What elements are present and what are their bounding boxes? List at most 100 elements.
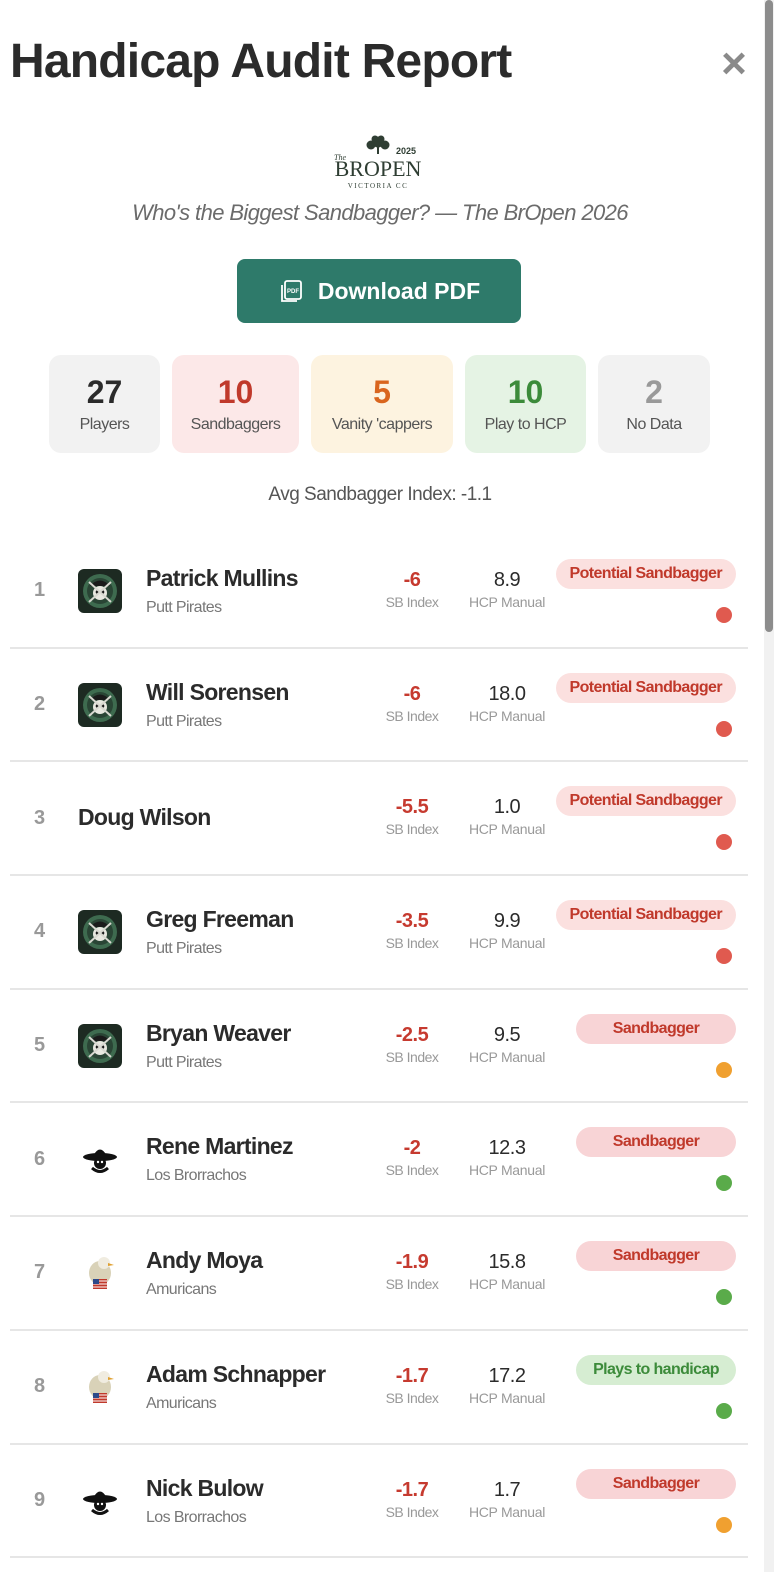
- status-badge: Sandbagger: [576, 1013, 736, 1044]
- player-name: Will Sorensen: [146, 678, 289, 705]
- manual-label: Manual: [500, 1162, 546, 1179]
- team-logo-icon: [78, 1023, 122, 1068]
- handicap-label: HCP Manual: [462, 935, 552, 951]
- player-row[interactable]: 4 Greg Freeman Putt Pirates -3.5 SB Index 9.9…: [10, 876, 748, 990]
- stat-card: 10 Sandbaggers: [172, 355, 299, 453]
- stat-card: 27 Players: [49, 355, 160, 453]
- sb-index-label: SB Index: [385, 594, 439, 610]
- stat-value: 10: [217, 374, 254, 410]
- player-row[interactable]: 6 Rene Martinez Los Brorrachos -2 SB Index 12…: [10, 1103, 748, 1218]
- pdf-icon: PDF: [280, 280, 302, 302]
- sb-index-value: -1.7: [395, 1364, 429, 1387]
- download-pdf-label: Download PDF: [317, 277, 481, 304]
- handicap: 15.8 HCP Manual: [462, 1251, 552, 1292]
- sb-index: -1.9 SB Index: [380, 1251, 444, 1292]
- player-team: Putt Pirates: [146, 599, 222, 616]
- hcp-label: HCP: [468, 821, 498, 838]
- close-button[interactable]: ×: [714, 42, 754, 86]
- player-rank: 7: [34, 1261, 46, 1284]
- handicap: 1.7 HCP Manual: [462, 1479, 552, 1520]
- sb-index: -3.5 SB Index: [380, 910, 444, 951]
- status-dot-icon: [716, 607, 732, 623]
- player-name: Andy Moya: [146, 1247, 263, 1274]
- status-dot-icon: [716, 1061, 732, 1078]
- player-row[interactable]: 3 Doug Wilson -5.5 SB Index 1.0 HCP Manual Pot…: [10, 762, 748, 877]
- handicap-value: 9.5: [493, 1023, 521, 1046]
- status-badge: Potential Sandbagger: [555, 559, 736, 589]
- handicap-value: 1.0: [493, 796, 521, 819]
- stat-label: No Data: [626, 416, 682, 433]
- status-badge: Potential Sandbagger: [555, 900, 736, 931]
- player-team: Los Brorrachos: [146, 1167, 247, 1185]
- team-logo-icon: [78, 1364, 122, 1409]
- stat-card: 2 No Data: [598, 355, 710, 453]
- player-rank: 8: [34, 1375, 46, 1398]
- player-row[interactable]: 9 Nick Bulow Los Brorrachos -1.7 SB Index 1.7…: [10, 1445, 748, 1559]
- stat-value: 10: [507, 374, 544, 410]
- hcp-label: HCP: [468, 707, 498, 724]
- handicap: 18.0 HCP Manual: [462, 683, 552, 724]
- sb-index-value: -3.5: [395, 910, 429, 933]
- bropen-logo: The 2025 BROPEN VICTORIA CC: [334, 135, 422, 190]
- sb-index-label: SB Index: [385, 1048, 439, 1065]
- player-row[interactable]: 8 Adam Schnapper Amuricans -1.7 SB Index 17.2…: [10, 1331, 748, 1445]
- scrollbar-track[interactable]: [764, 0, 774, 1572]
- report-subtitle: Who's the Biggest Sandbagger? — The BrOp…: [132, 200, 628, 225]
- scrollbar-thumb[interactable]: [765, 0, 773, 632]
- player-rank: 9: [34, 1488, 46, 1511]
- player-rank: 4: [34, 920, 46, 943]
- player-name: Rene Martinez: [146, 1133, 294, 1160]
- handicap-value: 17.2: [488, 1364, 526, 1387]
- handicap-value: 18.0: [488, 682, 526, 705]
- sb-index-label: SB Index: [385, 821, 439, 838]
- status-dot-icon: [716, 948, 732, 965]
- sb-index-label: SB Index: [385, 707, 439, 724]
- manual-label: Manual: [500, 1503, 546, 1520]
- status-badge: Sandbagger: [576, 1468, 736, 1499]
- svg-text:PDF: PDF: [287, 289, 299, 295]
- download-pdf-button[interactable]: PDF Download PDF: [237, 259, 521, 323]
- status-dot-icon: [716, 1289, 732, 1306]
- status-badge: Potential Sandbagger: [555, 786, 736, 817]
- handicap-label: HCP Manual: [462, 1276, 552, 1292]
- logo-bottom: VICTORIA CC: [348, 182, 409, 190]
- player-row[interactable]: 7 Andy Moya Amuricans -1.9 SB Index 15.8 HCP M…: [10, 1217, 748, 1331]
- status-badge: Potential Sandbagger: [555, 672, 736, 703]
- header: Handicap Audit Report ×: [0, 0, 760, 128]
- manual-label: Manual: [500, 935, 546, 952]
- stat-card: 5 Vanity 'cappers: [311, 355, 453, 453]
- stat-label: Vanity 'cappers: [331, 416, 433, 433]
- handicap: 9.5 HCP Manual: [462, 1024, 552, 1065]
- status-badge: Sandbagger: [576, 1127, 736, 1158]
- player-row[interactable]: 5 Bryan Weaver Putt Pirates -2.5 SB Index 9.5…: [10, 990, 748, 1104]
- manual-label: Manual: [500, 594, 546, 610]
- handicap: 9.9 HCP Manual: [462, 910, 552, 951]
- handicap: 1.0 HCP Manual: [462, 796, 552, 837]
- team-logo-icon: [78, 1251, 122, 1296]
- handicap: 8.9 HCP Manual: [462, 569, 552, 610]
- handicap-value: 8.9: [493, 569, 521, 591]
- sb-index: -2 SB Index: [380, 1137, 444, 1178]
- player-name: Patrick Mullins: [146, 565, 299, 591]
- hcp-label: HCP: [468, 1276, 498, 1293]
- handicap-label: HCP Manual: [462, 1504, 552, 1520]
- hcp-label: HCP: [468, 1162, 498, 1179]
- player-row[interactable]: 2 Will Sorensen Putt Pirates -6 SB Index 18.0…: [10, 649, 748, 763]
- team-logo-icon: [78, 1478, 122, 1523]
- player-rank: 5: [34, 1034, 46, 1057]
- player-team: Los Brorrachos: [146, 1508, 247, 1526]
- sb-index-label: SB Index: [385, 1162, 439, 1179]
- handicap-value: 1.7: [493, 1478, 521, 1501]
- handicap: 17.2 HCP Manual: [462, 1365, 552, 1406]
- sb-index-label: SB Index: [385, 935, 439, 952]
- player-rank: 6: [34, 1147, 46, 1170]
- sb-index-value: -1.7: [395, 1478, 429, 1501]
- handicap: 12.3 HCP Manual: [462, 1137, 552, 1178]
- player-name: Greg Freeman: [146, 906, 294, 933]
- player-rank: 3: [34, 806, 46, 829]
- player-list: 1 Patrick Mullins Putt Pirates -6 SB Index 8.…: [10, 535, 748, 1559]
- logo-year: 2025: [396, 146, 416, 156]
- player-team: Putt Pirates: [146, 940, 222, 958]
- player-row[interactable]: 1 Patrick Mullins Putt Pirates -6 SB Index 8.…: [10, 535, 748, 649]
- manual-label: Manual: [500, 1276, 546, 1293]
